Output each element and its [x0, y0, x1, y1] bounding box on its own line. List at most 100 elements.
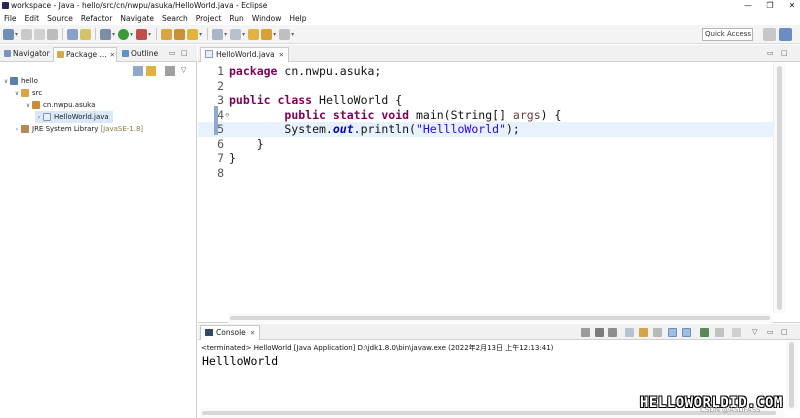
show-console-on-stdout-icon[interactable]	[668, 328, 677, 337]
external-tools-dropdown-icon[interactable]: ▾	[148, 31, 151, 38]
debug-dropdown-icon[interactable]: ▾	[112, 31, 115, 38]
new-package-icon[interactable]	[174, 28, 186, 40]
new-class-dropdown-icon[interactable]: ▾	[199, 31, 202, 38]
maximize-view-icon[interactable]: □	[781, 49, 788, 57]
save-icon[interactable]	[21, 28, 33, 40]
new-dropdown-icon[interactable]: ▾	[15, 31, 18, 38]
open-perspective-icon[interactable]	[763, 28, 776, 41]
pin-console-icon[interactable]	[700, 328, 709, 337]
tab-package-explorer[interactable]: Package ... ✕	[53, 47, 117, 62]
last-edit-location-icon[interactable]	[248, 28, 260, 40]
skip-breakpoints-icon[interactable]	[67, 28, 79, 40]
display-selected-console-icon[interactable]	[715, 328, 724, 337]
close-icon[interactable]: ✕	[279, 51, 284, 59]
chevron-right-icon[interactable]: ›	[13, 126, 21, 133]
chevron-down-icon[interactable]: ∨	[2, 78, 10, 85]
external-tools-icon[interactable]	[136, 28, 148, 40]
search-dropdown-icon[interactable]: ▾	[242, 31, 245, 38]
back-icon[interactable]	[261, 28, 273, 40]
new-icon[interactable]	[3, 28, 14, 40]
new-java-project-icon[interactable]	[161, 28, 173, 40]
menu-edit[interactable]: Edit	[21, 14, 44, 23]
overview-ruler[interactable]	[787, 63, 800, 313]
clear-console-icon[interactable]	[625, 328, 634, 337]
tree-item-project[interactable]: ∨ hello	[2, 75, 38, 87]
menu-file[interactable]: File	[0, 14, 21, 23]
tree-item-java-file[interactable]: › HelloWorld.java	[35, 111, 113, 123]
menu-source[interactable]: Source	[43, 14, 77, 23]
menu-window[interactable]: Window	[248, 14, 286, 23]
code-line[interactable]: 2	[198, 79, 773, 94]
word-wrap-icon[interactable]	[653, 328, 662, 337]
tab-helloworld-java[interactable]: HelloWorld.java ✕	[200, 47, 290, 62]
tab-outline[interactable]: Outline	[119, 47, 164, 62]
code-line[interactable]: 7}	[198, 151, 773, 166]
close-icon[interactable]: ✕	[110, 51, 115, 59]
editor-horizontal-scrollbar[interactable]	[228, 313, 773, 323]
debug-icon[interactable]	[100, 28, 112, 40]
pin-editor-icon[interactable]	[80, 28, 92, 40]
scroll-lock-icon[interactable]	[639, 328, 648, 337]
tab-console[interactable]: Console ✕	[200, 325, 261, 340]
menu-help[interactable]: Help	[285, 14, 310, 23]
scrollbar-thumb[interactable]	[230, 316, 770, 320]
restore-icon[interactable]: ❐	[762, 0, 778, 11]
minimize-icon[interactable]: —	[740, 0, 756, 11]
menu-navigate[interactable]: Navigate	[116, 14, 158, 23]
forward-dropdown-icon[interactable]: ▾	[291, 31, 294, 38]
maximize-view-icon[interactable]: □	[781, 328, 788, 336]
tree-item-src[interactable]: ∨ src	[13, 87, 42, 99]
menu-refactor[interactable]: Refactor	[77, 14, 116, 23]
close-icon[interactable]: ✕	[784, 0, 800, 11]
scrollbar-thumb[interactable]	[789, 342, 794, 408]
view-menu-chevron-down-icon[interactable]: ▽	[181, 66, 191, 76]
scrollbar-thumb[interactable]	[777, 66, 782, 310]
open-console-icon[interactable]	[732, 328, 741, 337]
tree-item-package[interactable]: ∨ cn.nwpu.asuka	[24, 99, 95, 111]
minimize-view-icon[interactable]: ▭	[767, 49, 774, 57]
code-line[interactable]: 8	[198, 166, 773, 181]
quick-access-input[interactable]: Quick Access	[702, 28, 753, 41]
menu-project[interactable]: Project	[192, 14, 226, 23]
print-icon[interactable]	[47, 28, 59, 40]
save-all-icon[interactable]	[34, 28, 46, 40]
console-vertical-scrollbar[interactable]	[786, 340, 798, 410]
open-type-dropdown-icon[interactable]: ▾	[224, 31, 227, 38]
link-with-editor-icon[interactable]	[146, 66, 156, 76]
view-menu-chevron-down-icon[interactable]: ▽	[752, 328, 757, 336]
minimize-view-icon[interactable]: ▭	[767, 328, 774, 336]
tree-item-jre-library[interactable]: › JRE System Library [JavaSE-1.8]	[13, 123, 143, 135]
new-class-icon[interactable]	[187, 28, 199, 40]
chevron-down-icon[interactable]: ∨	[13, 90, 21, 97]
run-dropdown-icon[interactable]: ▾	[130, 31, 133, 38]
maximize-view-icon[interactable]: □	[181, 49, 188, 57]
tab-navigator[interactable]: Navigator	[1, 47, 52, 62]
focus-active-task-icon[interactable]	[165, 66, 175, 76]
menu-search[interactable]: Search	[158, 14, 192, 23]
open-type-icon[interactable]	[212, 28, 224, 40]
code-line[interactable]: 3 public class HelloWorld {	[198, 93, 773, 108]
java-perspective-icon[interactable]	[779, 28, 792, 41]
menu-run[interactable]: Run	[225, 14, 247, 23]
scrollbar-thumb[interactable]	[202, 411, 776, 415]
chevron-down-icon[interactable]: ∨	[24, 102, 32, 109]
run-icon[interactable]	[118, 28, 130, 40]
code-line[interactable]: 4 ⊖ public static void main(String[] args…	[198, 108, 773, 123]
show-console-on-stderr-icon[interactable]	[682, 328, 691, 337]
remove-launch-icon[interactable]	[595, 328, 604, 337]
chevron-right-icon[interactable]: ›	[35, 114, 43, 121]
search-icon[interactable]	[230, 28, 242, 40]
code-line[interactable]: 1 package cn.nwpu.asuka;	[198, 64, 773, 79]
remove-all-terminated-icon[interactable]	[608, 328, 617, 337]
collapse-all-icon[interactable]	[133, 66, 143, 76]
terminate-icon[interactable]	[581, 328, 590, 337]
minimize-view-icon[interactable]: ▭	[169, 49, 176, 57]
close-icon[interactable]: ✕	[250, 329, 255, 337]
code-text-area[interactable]: 1 package cn.nwpu.asuka; 2 3 public class He…	[198, 63, 773, 313]
editor-vertical-scrollbar[interactable]	[773, 63, 786, 313]
code-line[interactable]: 5 System.out.println("HellloWorld");	[198, 122, 773, 137]
console-output[interactable]: HellloWorld	[202, 354, 278, 368]
back-dropdown-icon[interactable]: ▾	[273, 31, 276, 38]
code-line[interactable]: 6 }	[198, 137, 773, 152]
forward-icon[interactable]	[279, 28, 291, 40]
